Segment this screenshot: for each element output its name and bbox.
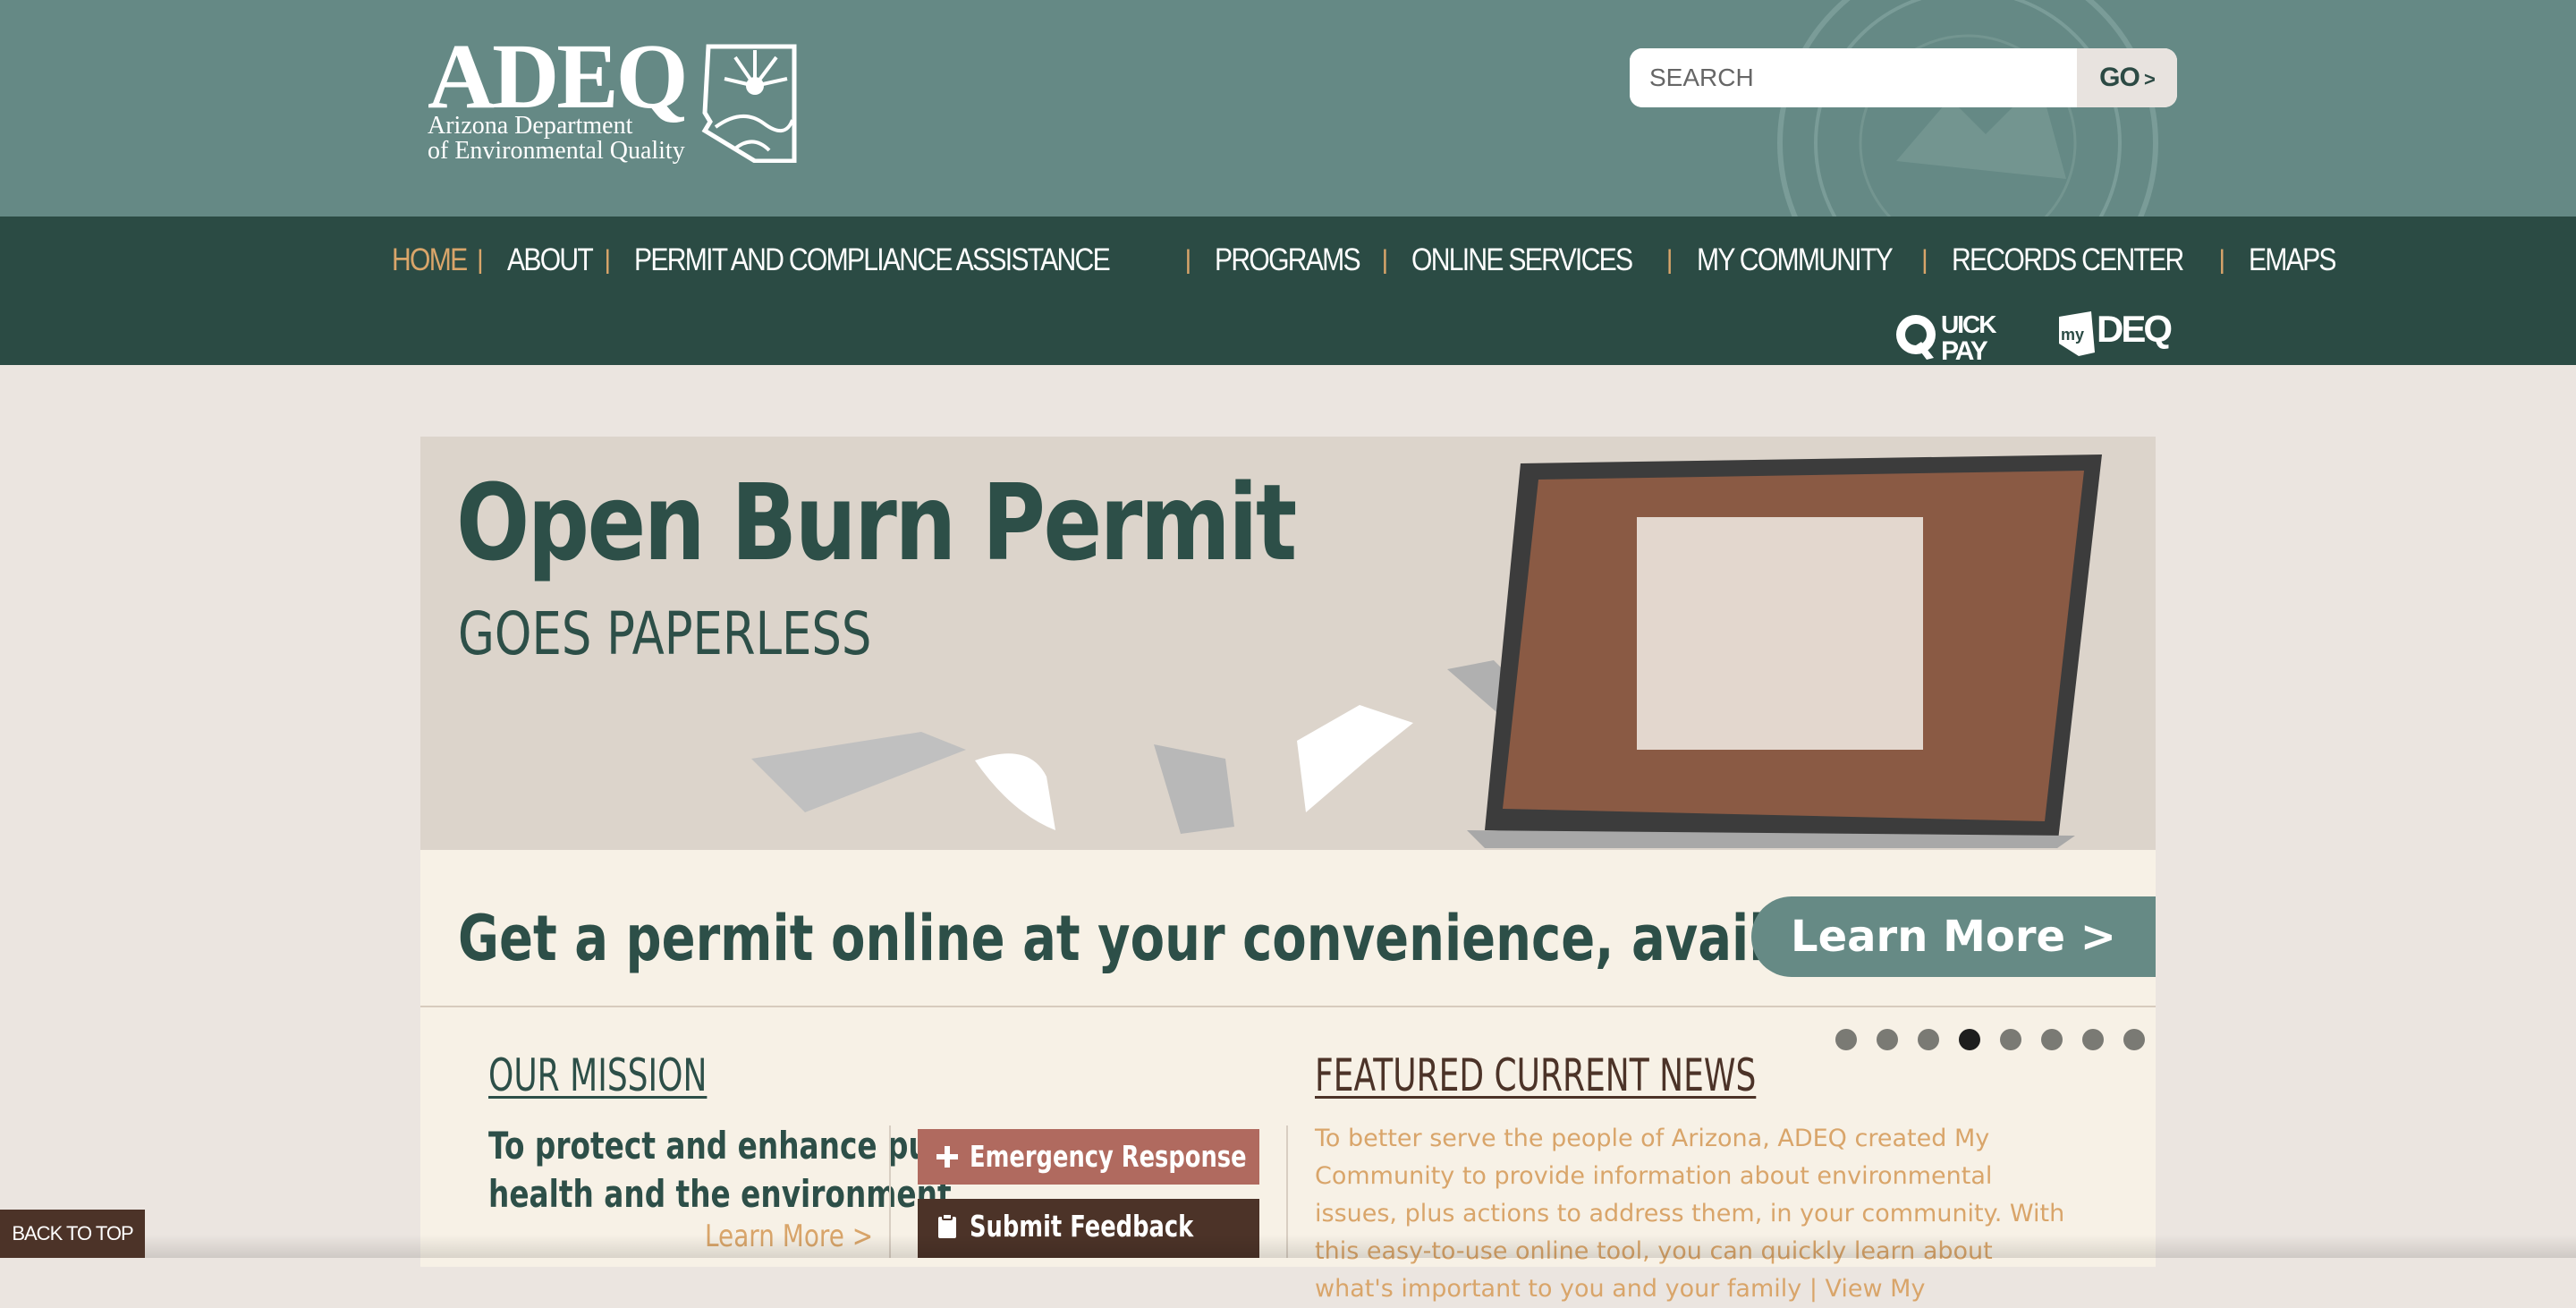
logo-line-1: Arizona Department [428,112,633,140]
back-to-top-button[interactable]: BACK TO TOP [0,1210,145,1258]
carousel-dot[interactable] [2082,1029,2104,1050]
nav-separator: | [477,245,484,275]
nav-separator: | [2218,245,2226,275]
news-heading[interactable]: FEATURED CURRENT NEWS [1315,1049,1756,1102]
hero-banner[interactable]: Open Burn Permit GOES PAPERLESS [420,437,2156,850]
mission-line-2: health and the environment. [488,1172,963,1216]
nav-emaps[interactable]: EMAPS [2249,242,2337,278]
banner-learn-more-button[interactable]: Learn More > [1751,896,2156,977]
mission-statement: To protect and enhance public health and… [488,1122,988,1219]
nav-my-community[interactable]: MY COMMUNITY [1697,242,1894,278]
carousel-dot[interactable] [1835,1029,1857,1050]
mission-line-1: To protect and enhance public [488,1124,988,1168]
mission-heading[interactable]: OUR MISSION [488,1049,707,1102]
svg-text:DEQ: DEQ [2097,308,2171,350]
nav-about[interactable]: ABOUT [507,242,594,278]
emergency-response-button[interactable]: Emergency Response [918,1129,1259,1185]
search-input[interactable] [1630,48,2075,107]
logo-wordmark: ADEQ [428,25,688,128]
nav-home[interactable]: HOME [392,242,468,278]
main-navigation: HOME | ABOUT | PERMIT AND COMPLIANCE ASS… [0,217,2576,365]
carousel-dot[interactable] [2041,1029,2063,1050]
nav-records-center[interactable]: RECORDS CENTER [1952,242,2184,278]
arizona-state-icon [701,44,797,163]
news-body-text: To better serve the people of Arizona, A… [1315,1125,2065,1303]
nav-separator: | [604,245,612,275]
nav-online-services[interactable]: ONLINE SERVICES [1411,242,1633,278]
chevron-right-icon: > [2139,68,2156,90]
nav-permit-compliance[interactable]: PERMIT AND COMPLIANCE ASSISTANCE [634,242,1111,278]
mydeq-link[interactable]: my DEQ [2055,308,2181,356]
carousel-dots [1835,1029,2145,1050]
bottom-shadow [0,1235,2576,1258]
site-header: ADEQ Arizona Department of Environmental… [0,0,2576,217]
go-label: GO [2099,63,2140,92]
nav-list: HOME | ABOUT | PERMIT AND COMPLIANCE ASS… [392,238,2350,283]
nav-separator: | [1381,245,1389,275]
carousel-dot[interactable] [2123,1029,2145,1050]
plus-icon [936,1146,958,1168]
laptop-illustration [1467,454,2102,848]
nav-programs[interactable]: PROGRAMS [1215,242,1361,278]
carousel-dot[interactable] [1877,1029,1898,1050]
search-go-button[interactable]: GO > [2077,48,2177,107]
news-view-link[interactable]: View My [1826,1275,1926,1303]
state-seal-watermark [1777,0,2158,217]
nav-separator: | [1665,245,1674,275]
search-box: GO > [1630,48,2177,107]
svg-text:PAY: PAY [1941,336,1988,363]
carousel-dot[interactable] [2000,1029,2021,1050]
adeq-logo[interactable]: ADEQ Arizona Department of Environmental… [428,30,803,170]
banner-tagline-strip: Get a permit online at your convenience,… [420,850,2156,1008]
logo-line-2: of Environmental Quality [428,137,685,165]
emergency-response-label: Emergency Response [970,1139,1247,1174]
carousel-dot-active[interactable] [1959,1029,1980,1050]
news-body: To better serve the people of Arizona, A… [1315,1120,2075,1308]
nav-separator: | [1920,245,1928,275]
carousel-dot[interactable] [1918,1029,1939,1050]
svg-text:UICK: UICK [1941,310,1996,338]
svg-text:my: my [2061,326,2084,344]
quick-pay-link[interactable]: UICK PAY [1894,308,2016,363]
nav-separator: | [1184,245,1192,275]
